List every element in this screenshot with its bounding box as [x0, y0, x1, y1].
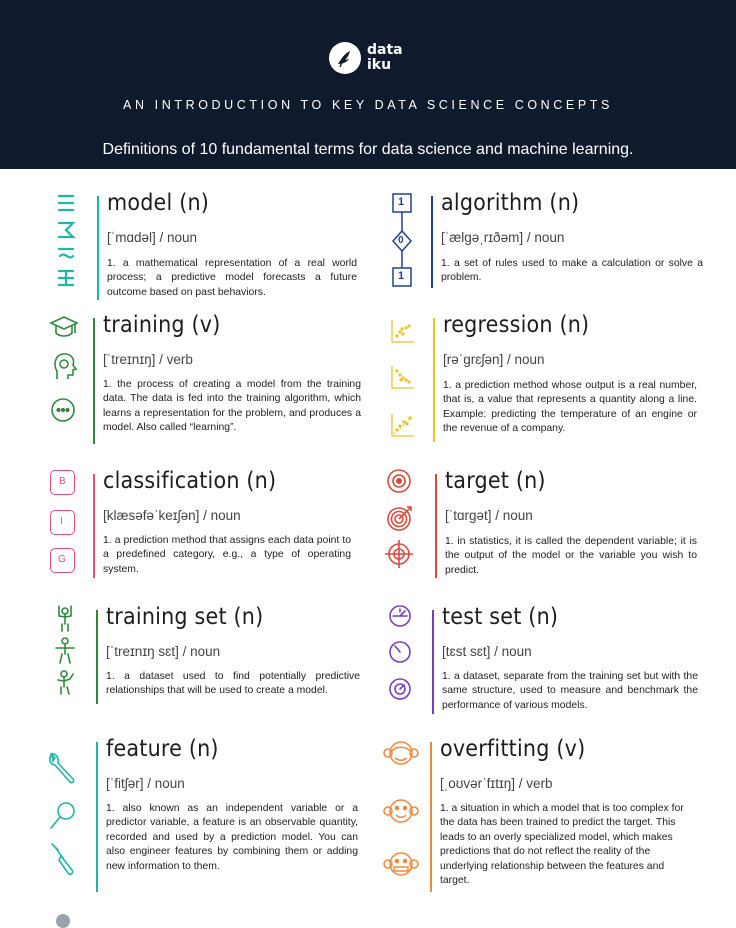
term-pronunciation: [ˈfitʃər] / noun [106, 776, 185, 791]
training-icons [49, 313, 79, 430]
cut-off-icon [56, 914, 70, 928]
term-definition: 1. also known as an independent variable… [106, 803, 358, 872]
term-definition: 1. a dataset used to find potentially pr… [106, 671, 360, 697]
bird-logo-icon [329, 42, 361, 74]
term-pronunciation: [klæsəfəˈkeɪʃən] / noun [103, 508, 241, 523]
term-pronunciation: [ˈælgəˌrɪðəm] / noun [441, 230, 565, 245]
term-word: training set (n) [106, 604, 264, 630]
class-g-letter: G [58, 554, 66, 565]
term-definition: 1. in statistics, it is called the depen… [445, 536, 697, 576]
class-i-letter: I [60, 516, 63, 527]
regression-icons [390, 318, 416, 449]
logo-text-line2: iku [367, 57, 392, 73]
term-pronunciation: [ˈtreɪnɪŋ] / verb [103, 352, 193, 367]
dataiku-logo: data iku [329, 42, 403, 74]
overfitting-monkey-icons [383, 736, 419, 891]
term-divider [435, 474, 437, 578]
feature-icons [46, 750, 80, 885]
term-divider [93, 474, 95, 578]
class-g-icon: G [50, 548, 75, 573]
term-word: model (n) [107, 190, 210, 216]
term-word: algorithm (n) [441, 190, 580, 216]
test-set-icons [388, 604, 414, 705]
training-set-icons [53, 604, 77, 701]
term-pronunciation: [ˈmɑdəl] / noun [107, 230, 198, 245]
term-definition: 1. a set of rules used to make a calcula… [441, 258, 703, 284]
term-word: target (n) [445, 468, 546, 494]
term-divider [96, 610, 98, 704]
algorithm-box1-digit: 1 [398, 196, 405, 208]
term-divider [93, 318, 95, 444]
term-word: test set (n) [442, 604, 559, 630]
term-pronunciation: [ˈtɑrgət] / noun [445, 508, 533, 523]
class-b-letter: B [59, 476, 66, 487]
term-pronunciation: [ˈtreɪnɪŋ sɛt] / noun [106, 644, 221, 659]
class-b-icon: B [50, 470, 75, 495]
term-pronunciation: [ˌoʊvərˈfɪtɪŋ] / verb [440, 776, 553, 791]
term-pronunciation: [tɛst sɛt] / noun [442, 644, 532, 659]
term-word: classification (n) [103, 468, 277, 494]
term-definition: 1. a prediction method that assigns each… [103, 535, 351, 575]
term-definition: 1. a mathematical representation of a re… [107, 258, 357, 298]
class-i-icon: I [50, 510, 75, 535]
header: data iku AN INTRODUCTION TO KEY DATA SCI… [0, 0, 736, 169]
algorithm-flowchart-icon: 1 0 1 [390, 192, 414, 295]
term-definition: 1. the process of creating a model from … [103, 379, 361, 434]
term-word: feature (n) [106, 736, 219, 762]
term-word: overfitting (v) [440, 736, 586, 762]
term-definition: 1. a dataset, separate from the training… [442, 671, 698, 711]
term-divider [430, 742, 432, 892]
algorithm-box2-digit: 1 [398, 270, 405, 282]
model-icons [55, 193, 77, 298]
algorithm-diamond-digit: 0 [398, 235, 404, 246]
page-subtitle: Definitions of 10 fundamental terms for … [102, 141, 634, 158]
logo-text-line1: data [367, 42, 403, 58]
term-divider [433, 318, 435, 442]
term-definition: 1. a prediction method whose output is a… [443, 380, 697, 435]
logo-wordmark: data iku [367, 43, 403, 73]
term-definition: 1. a situation in which a model that is … [440, 803, 684, 887]
term-divider [431, 196, 433, 288]
target-icons [385, 468, 415, 573]
page-kicker: AN INTRODUCTION TO KEY DATA SCIENCE CONC… [123, 98, 613, 112]
term-divider [97, 196, 99, 300]
term-word: regression (n) [443, 312, 590, 338]
term-pronunciation: [rəˈgrɛʃən] / noun [443, 352, 545, 367]
term-divider [432, 610, 434, 714]
term-word: training (v) [103, 312, 221, 338]
term-divider [96, 742, 98, 892]
